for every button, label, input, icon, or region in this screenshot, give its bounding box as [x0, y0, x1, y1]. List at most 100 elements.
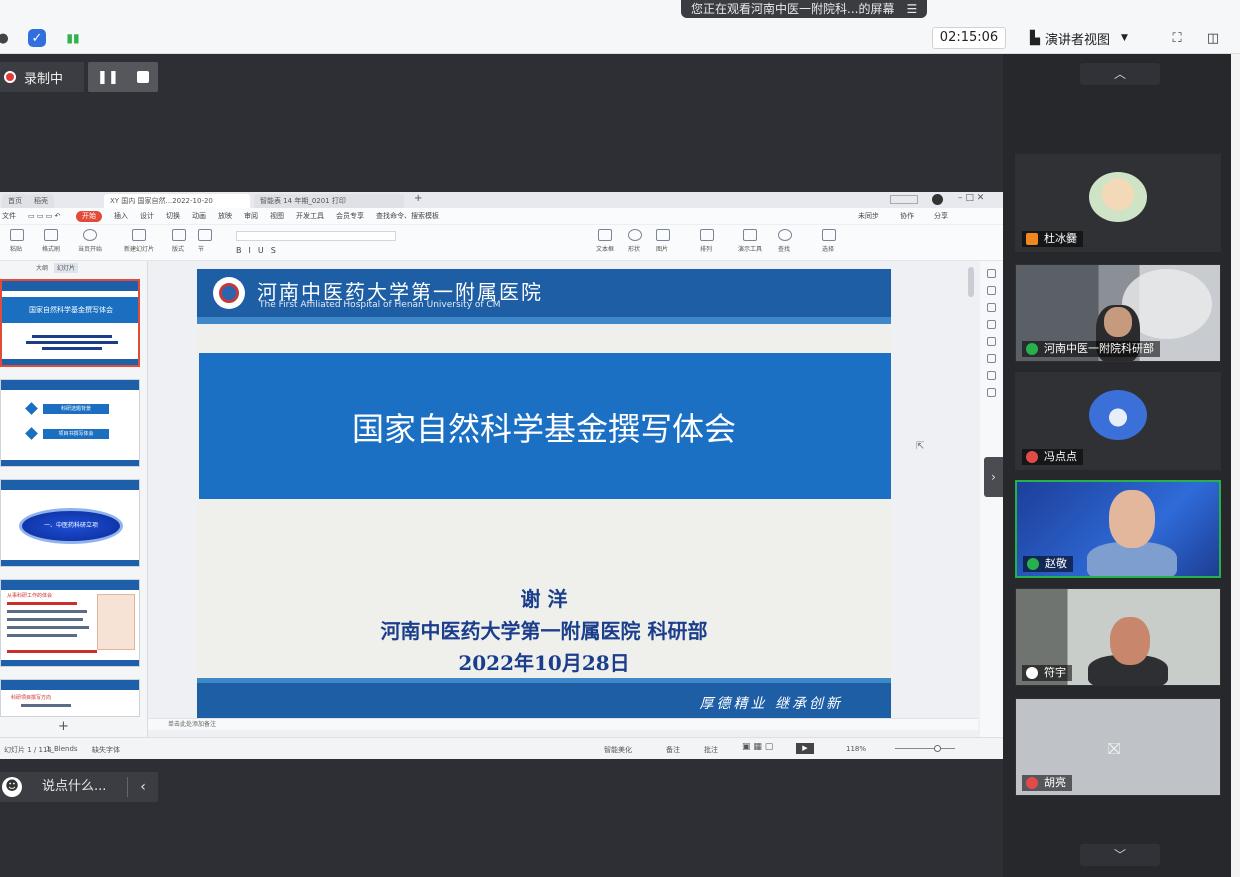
new-tab-icon[interactable]: + [414, 193, 422, 204]
paste-icon [10, 229, 24, 241]
menu-insert[interactable]: 插入 [114, 211, 128, 221]
zoom-slider-knob[interactable] [934, 745, 941, 752]
notes-toggle[interactable]: 备注 [666, 745, 680, 755]
ribbon-picture[interactable]: 图片 [656, 229, 670, 253]
participant-name: 河南中医一附院科研部 [1022, 341, 1160, 357]
window-edge [1231, 54, 1240, 877]
slide-thumbnail-5[interactable]: 科研项目撰写方向 [0, 679, 140, 717]
scroll-down-button[interactable]: ﹀ [1080, 844, 1160, 866]
pause-icon[interactable]: ❚❚ [97, 70, 119, 85]
presentation-date: 2022年10月28日 [458, 651, 630, 675]
ribbon-paste[interactable]: 粘贴 [10, 229, 24, 253]
menu-design[interactable]: 设计 [140, 211, 154, 221]
ribbon-layout[interactable]: 版式 [172, 229, 186, 253]
slide-scrollbar[interactable] [966, 261, 976, 737]
participant-name-text: 赵敬 [1045, 557, 1067, 570]
chat-input-bar[interactable]: ☻ 说点什么... ‹ [0, 772, 158, 802]
ribbon-find[interactable]: 查找 [778, 229, 792, 253]
format-icon[interactable] [987, 320, 996, 329]
menu-animation[interactable]: 动画 [192, 211, 206, 221]
wps-tab-other-doc[interactable]: 智能表 14 年期_0201 打印 [254, 194, 404, 208]
thumb-text-line [7, 634, 77, 637]
emoji-icon[interactable]: ☻ [2, 777, 22, 797]
menu-review[interactable]: 审阅 [244, 211, 258, 221]
window-layout-icon[interactable] [890, 195, 918, 204]
property-icon[interactable] [987, 269, 996, 278]
tab-outline[interactable]: 大纲 [36, 263, 48, 273]
ribbon-section[interactable]: 节 [198, 229, 212, 253]
menu-file[interactable]: 文件 [2, 211, 16, 221]
add-slide-icon[interactable]: + [58, 719, 69, 734]
fullscreen-icon[interactable]: ⛶ [1168, 29, 1186, 47]
signal-icon[interactable]: ▮▮ [64, 29, 82, 47]
comment-icon[interactable] [987, 388, 996, 397]
participant-tile-speaking[interactable]: 赵敬 [1015, 480, 1221, 578]
shape-icon [628, 229, 642, 241]
sync-status[interactable]: 未同步 [858, 211, 879, 221]
slide-thumbnail-4[interactable]: 从事科研工作的体会 [0, 579, 140, 667]
command-search[interactable]: 查找命令、搜索模板 [376, 211, 439, 221]
quick-access-icons[interactable]: ▭ ▭ ▭ ↶ [28, 212, 64, 220]
comment-toggle[interactable]: 批注 [704, 745, 718, 755]
view-buttons-icon[interactable]: ▣ ▦ ▢ [742, 742, 773, 752]
collab-button[interactable]: 协作 [900, 211, 914, 221]
stop-icon[interactable] [136, 71, 149, 83]
ribbon-new-slide[interactable]: 新建幻灯片 [124, 229, 154, 253]
shield-icon[interactable]: ✓ [28, 29, 46, 47]
menu-view[interactable]: 视图 [270, 211, 284, 221]
ribbon-textbox[interactable]: 文本框 [596, 229, 614, 253]
view-mode-dropdown[interactable]: ▙ 演讲者视图 ▼ [1030, 27, 1150, 49]
ribbon-present-tools[interactable]: 演示工具 [738, 229, 762, 253]
wps-tab-current-doc[interactable]: XY 国内 国家自然...2022-10-20 [104, 194, 250, 208]
menu-start[interactable]: 开始 [76, 210, 102, 222]
animation-icon[interactable] [987, 303, 996, 312]
slide-thumbnail-3[interactable]: 一、中医药科研立项 [0, 479, 140, 567]
menu-transition[interactable]: 切换 [166, 211, 180, 221]
ribbon-format-painter[interactable]: 格式刷 [42, 229, 60, 253]
font-style-buttons[interactable]: BIUS [236, 246, 283, 255]
ribbon-select[interactable]: 选择 [822, 229, 836, 253]
menu-developer[interactable]: 开发工具 [296, 211, 324, 221]
participant-tile[interactable]: 杜冰爨 [1015, 154, 1221, 252]
slide-thumbnail-1[interactable]: 国家自然科学基金撰写体会 [0, 279, 140, 367]
layout-icon[interactable]: ◫ [1204, 29, 1222, 47]
smart-beautify[interactable]: 智能美化 [604, 745, 632, 755]
scroll-up-button[interactable]: ︿ [1080, 63, 1160, 85]
wps-tab-docer[interactable]: 稻壳 [28, 194, 54, 208]
thumb-caption: 从事科研工作的体会 [7, 593, 53, 599]
tab-slides[interactable]: 幻灯片 [54, 263, 79, 273]
participant-tile[interactable]: 符宇 [1015, 588, 1221, 686]
scrollbar-thumb[interactable] [968, 267, 974, 297]
window-controls-icon[interactable]: – □ ✕ [958, 193, 984, 203]
zoom-slider[interactable] [895, 748, 955, 749]
ribbon-arrange[interactable]: 排列 [700, 229, 714, 253]
thumb-text-line [7, 650, 97, 653]
wps-tab-home[interactable]: 首页 [2, 194, 28, 208]
slide-thumbnail-2[interactable]: 科研选题背景 项目书撰写体会 [0, 379, 140, 467]
history-icon[interactable] [987, 337, 996, 346]
play-slideshow-icon[interactable]: ▶ [796, 743, 814, 754]
ribbon-play-current[interactable]: 当页开始 [78, 229, 102, 253]
location-icon[interactable] [987, 371, 996, 380]
menu-lines-icon[interactable]: ☰ [906, 1, 917, 17]
menu-slideshow[interactable]: 放映 [218, 211, 232, 221]
zoom-level[interactable]: 118% [846, 745, 866, 753]
missing-font[interactable]: 缺失字体 [92, 745, 120, 755]
share-doc-button[interactable]: 分享 [934, 211, 948, 221]
picture-tool-icon[interactable] [987, 354, 996, 363]
user-avatar[interactable] [932, 194, 943, 205]
ribbon-shape[interactable]: 形状 [628, 229, 642, 253]
chevron-left-icon[interactable]: ‹ [128, 779, 158, 795]
participant-tile[interactable]: ⛝ 胡亮 [1015, 698, 1221, 796]
slide-notes[interactable]: 单击此处添加备注 [148, 718, 978, 730]
chat-input-placeholder[interactable]: 说点什么... [42, 777, 128, 797]
transform-icon[interactable] [987, 286, 996, 295]
font-name-select[interactable] [236, 231, 396, 241]
participant-tile[interactable]: 冯点点 [1015, 372, 1221, 470]
collapse-panel-handle[interactable]: › [984, 457, 1003, 497]
participant-tile[interactable]: 河南中医一附院科研部 [1015, 264, 1221, 362]
menu-member[interactable]: 会员专享 [336, 211, 364, 221]
share-banner[interactable]: 您正在观看河南中医一附院科...的屏幕 ☰ [681, 0, 928, 18]
thumb-text-line [7, 610, 87, 613]
info-icon[interactable]: ● [0, 29, 12, 47]
